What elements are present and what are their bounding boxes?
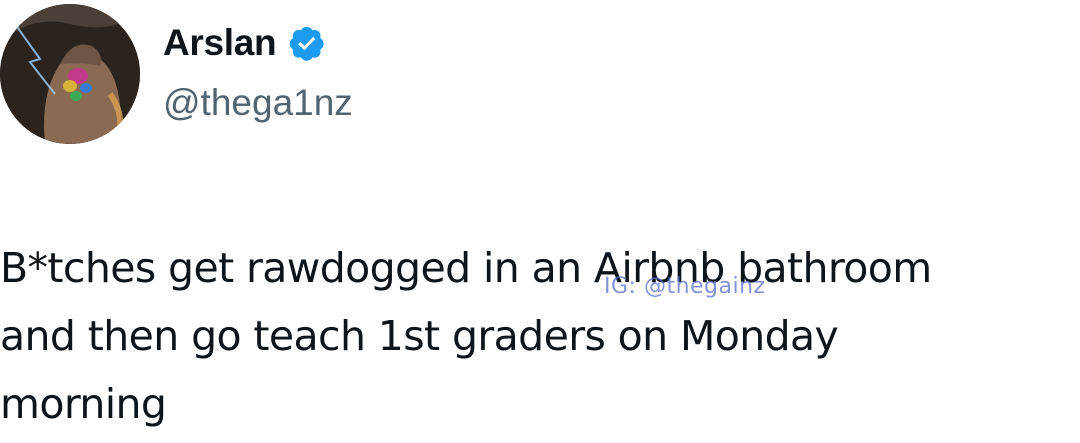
tweet-text: B*tches get rawdogged in an Airbnb bathr… <box>0 234 1080 438</box>
watermark: IG: @thegainz <box>604 274 766 299</box>
author-handle[interactable]: @thega1nz <box>163 82 353 124</box>
tweet-text-line-3: morning <box>0 380 167 428</box>
tweet-text-line-1: B*tches get rawdogged in an Airbnb bathr… <box>0 244 932 292</box>
verified-badge-icon <box>288 24 326 62</box>
author-display-name[interactable]: Arslan <box>163 22 277 64</box>
tweet-card: Arslan @thega1nz B*tches get rawdogged i… <box>0 0 1080 443</box>
avatar[interactable] <box>0 4 140 144</box>
author-name-row: Arslan <box>163 20 326 66</box>
tweet-text-line-2: and then go teach 1st graders on Monday <box>0 312 839 360</box>
